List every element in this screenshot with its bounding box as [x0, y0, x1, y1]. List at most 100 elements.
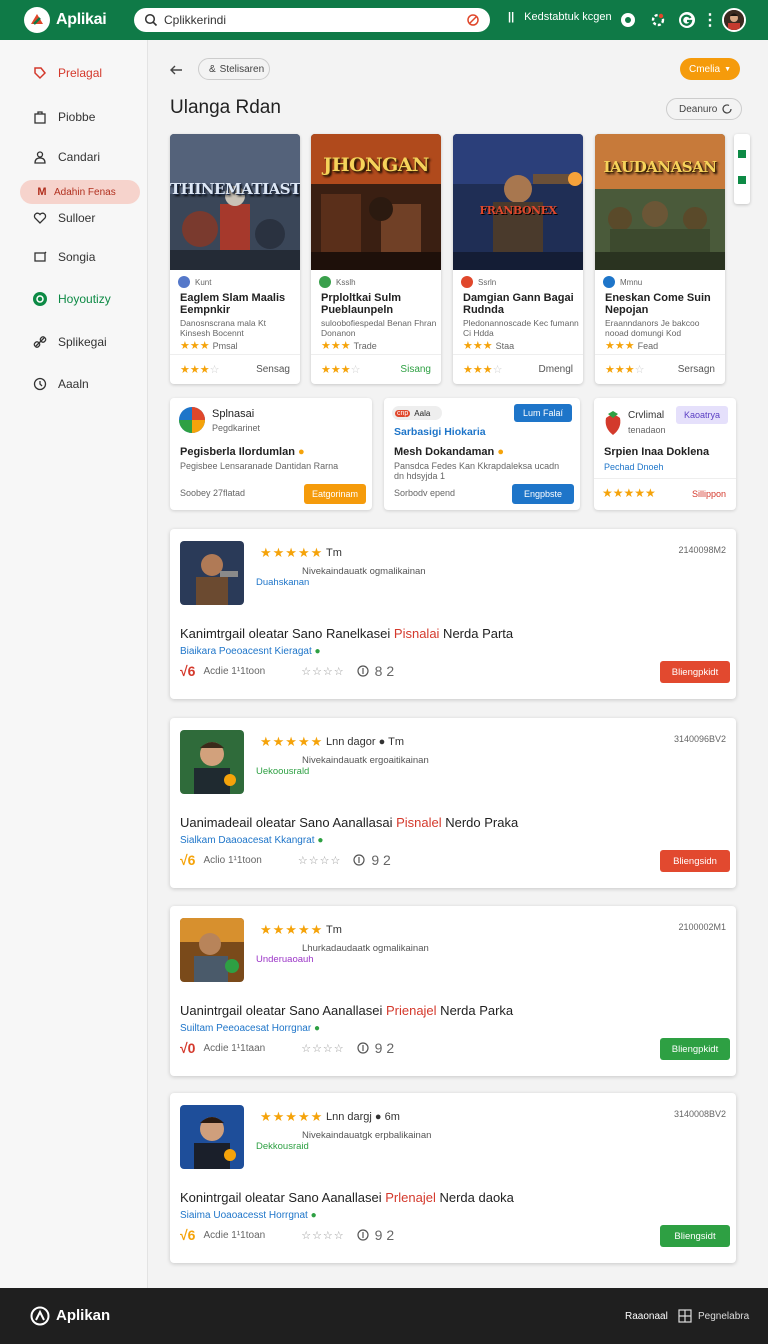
game-footer-label[interactable]: Dmengl: [539, 364, 573, 375]
game-card[interactable]: FRANBONEX Ssrln Damgian Gann Bagai Rudnd…: [453, 134, 583, 384]
review-tag[interactable]: Dekkousraid: [256, 1141, 309, 1152]
settings-icon[interactable]: [647, 9, 669, 31]
review-card[interactable]: ★★★★★ Lnn dargj ● 6m 3140008BV2 Nivekain…: [170, 1093, 736, 1263]
review-link[interactable]: Siaima Uoaoacesst Horrgnat ●: [180, 1210, 317, 1221]
review-title-highlight: Prienajel: [385, 1003, 437, 1018]
review-link[interactable]: Suiltam Peeoacesat Horrgnar ●: [180, 1023, 320, 1034]
promo-corner-button[interactable]: Lum Falaí: [514, 404, 572, 422]
sidebar-item-piobbe[interactable]: Piobbe: [20, 105, 140, 129]
review-link[interactable]: Sialkam Daaoacesat Kkangrat ●: [180, 835, 323, 846]
review-lead-score: √0: [180, 1040, 196, 1056]
promo-action-button[interactable]: Eatgorinam: [304, 484, 366, 504]
star-rating: ★★★☆: [321, 364, 361, 376]
promo-card[interactable]: Splnasai Pegdkarinet Pegisberla Ilorduml…: [170, 398, 372, 510]
sidebar-item-songia[interactable]: Songia: [20, 245, 140, 269]
promo-card[interactable]: Crvlimal tenadaon Kaoatrya Srpien Inaa D…: [594, 398, 736, 510]
review-title-highlight: Prlenajel: [385, 1190, 436, 1205]
game-footer-label[interactable]: Sisang: [400, 364, 431, 375]
filter-chip[interactable]: & Stelisaren: [198, 58, 270, 80]
notification-icon[interactable]: [617, 9, 639, 31]
review-tag[interactable]: Underuaoauh: [256, 954, 314, 965]
sidebar-item-hoyoutizy[interactable]: Hoyoutizy: [20, 287, 140, 311]
google-icon[interactable]: [676, 9, 698, 31]
chip-label: Stelisaren: [219, 63, 265, 75]
promo-badge[interactable]: Kaoatrya: [676, 406, 728, 424]
sidebar-item-prelagal[interactable]: Prelagal: [20, 61, 140, 85]
review-subtitle: Nivekaindauatgk erpbalikainan: [302, 1130, 432, 1141]
avatar[interactable]: [722, 8, 746, 32]
game-card[interactable]: JHONGAN Ksslh Prploltkai Sulm Pueblaunpe…: [311, 134, 441, 384]
review-tag[interactable]: Uekoousrald: [256, 766, 309, 777]
app-logo-icon[interactable]: [24, 7, 50, 33]
game-footer-label[interactable]: Sersagn: [678, 364, 715, 375]
verified-badge-icon: ●: [497, 446, 504, 458]
app-icon: cnp: [395, 409, 411, 417]
review-title-part: Uanintrgail oleatar Sano Aanallasei: [180, 1003, 386, 1018]
more-icon[interactable]: ⋮: [699, 9, 721, 31]
promo-action-button[interactable]: Engpbste: [512, 484, 574, 504]
review-action-button[interactable]: Bliengpkidt: [660, 1038, 730, 1060]
sidebar-item-aaaln[interactable]: Aaaln: [20, 372, 140, 396]
divider: [594, 478, 736, 479]
sidebar-item-splikegai[interactable]: Splikegai: [20, 330, 140, 354]
review-meta: Tm: [326, 924, 342, 936]
promo-name: Mesh Dokandaman ●: [394, 446, 504, 458]
sort-button[interactable]: Deanuro: [666, 98, 742, 120]
game-rating: ★★★ Trade: [321, 340, 377, 352]
footer-logo-icon[interactable]: [30, 1306, 50, 1326]
promo-footer-text: Sorbodv epend: [394, 488, 456, 498]
carousel-next-button[interactable]: [734, 134, 750, 204]
game-rating: ★★★ Staa: [463, 340, 515, 352]
sidebar-item-label: Aaaln: [58, 377, 89, 391]
review-link[interactable]: Biaikara Poeoacesnt Kieragat ●: [180, 646, 321, 657]
promo-footer-text: Sillippon: [691, 489, 726, 499]
footer-link[interactable]: Pegnelabra: [698, 1311, 749, 1322]
sidebar-item-adahin-fenas[interactable]: M Adahin Fenas: [20, 180, 140, 204]
sidebar-item-label: Prelagal: [58, 66, 103, 80]
promo-subtitle: Pegdkarinet: [212, 423, 261, 433]
game-footer-label[interactable]: Sensag: [256, 364, 290, 375]
grid-icon[interactable]: [678, 1309, 692, 1323]
review-meta: Tm: [326, 547, 342, 559]
review-action-button[interactable]: Bliengsidn: [660, 850, 730, 872]
game-art-title: THINEMATIAST: [170, 180, 300, 198]
review-meta-row: √0 Acdie 1¹1taan ☆☆☆☆ 9 2: [180, 1040, 394, 1056]
developer-name: Kunt: [195, 277, 212, 287]
review-card[interactable]: ★★★★★ Lnn dagor ● Tm 3140096BV2 Nivekain…: [170, 718, 736, 888]
review-title: Uanimadeail oleatar Sano Aanallasai Pisn…: [180, 815, 518, 830]
game-card[interactable]: IAUDANASAN Mmnu Eneskan Come Suin Nepoja…: [595, 134, 725, 384]
coin-icon: [357, 1042, 369, 1054]
review-card[interactable]: ★★★★★ Tm 2140098M2 Nivekaindauatk ogmali…: [170, 529, 736, 699]
review-action-button[interactable]: Bliengpkidt: [660, 661, 730, 683]
promo-name-text: Mesh Dokandaman: [394, 446, 495, 458]
rating-text: Pmsal: [212, 341, 238, 351]
verified-icon: ●: [317, 835, 324, 846]
sidebar-item-candari[interactable]: Candari: [20, 145, 140, 169]
sidebar-item-sulloer[interactable]: Sulloer: [20, 206, 140, 230]
chip-icon: &: [209, 63, 216, 75]
footer-link[interactable]: Raaonaal: [625, 1311, 668, 1322]
heart-icon: [32, 210, 48, 226]
promo-name: Srpien Inaa Doklena: [604, 446, 710, 458]
promo-title: Splnasai: [212, 408, 255, 420]
sidebar-item-label: Candari: [58, 150, 101, 164]
review-tag[interactable]: Duahskanan: [256, 577, 309, 588]
game-art-title: FRANBONEX: [479, 204, 557, 217]
review-title-part: Nerda Parka: [436, 1003, 514, 1018]
account-text: Kedstabtuk kcgen: [524, 11, 612, 23]
review-card[interactable]: ★★★★★ Tm 2100002M1 Lhurkadaudaatk ogmali…: [170, 906, 736, 1076]
search-input[interactable]: Cplikkerindi: [134, 8, 490, 32]
main-content: & Stelisaren Cmelia ▼ Ulanga Rdan Deanur…: [148, 40, 768, 1288]
review-lead-score: √6: [180, 1227, 196, 1243]
search-clear-icon[interactable]: [466, 13, 480, 27]
review-action-button[interactable]: Bliengsidt: [660, 1225, 730, 1247]
back-arrow-icon[interactable]: [168, 62, 184, 78]
game-cover-image: THINEMATIAST: [170, 134, 300, 270]
category-dropdown[interactable]: Cmelia ▼: [680, 58, 740, 80]
promo-card[interactable]: cnp Aala Lum Falaí Sarbasigi Hiokaria Mes…: [384, 398, 580, 510]
account-label[interactable]: || Kedstabtuk kcgen: [508, 11, 612, 23]
review-count: 9 2: [371, 852, 391, 868]
review-lead-score: √6: [180, 663, 196, 679]
promo-link[interactable]: Pechad Dnoeh: [604, 462, 664, 472]
game-card[interactable]: THINEMATIAST Kunt Eaglem Slam Maalis Eem…: [170, 134, 300, 384]
